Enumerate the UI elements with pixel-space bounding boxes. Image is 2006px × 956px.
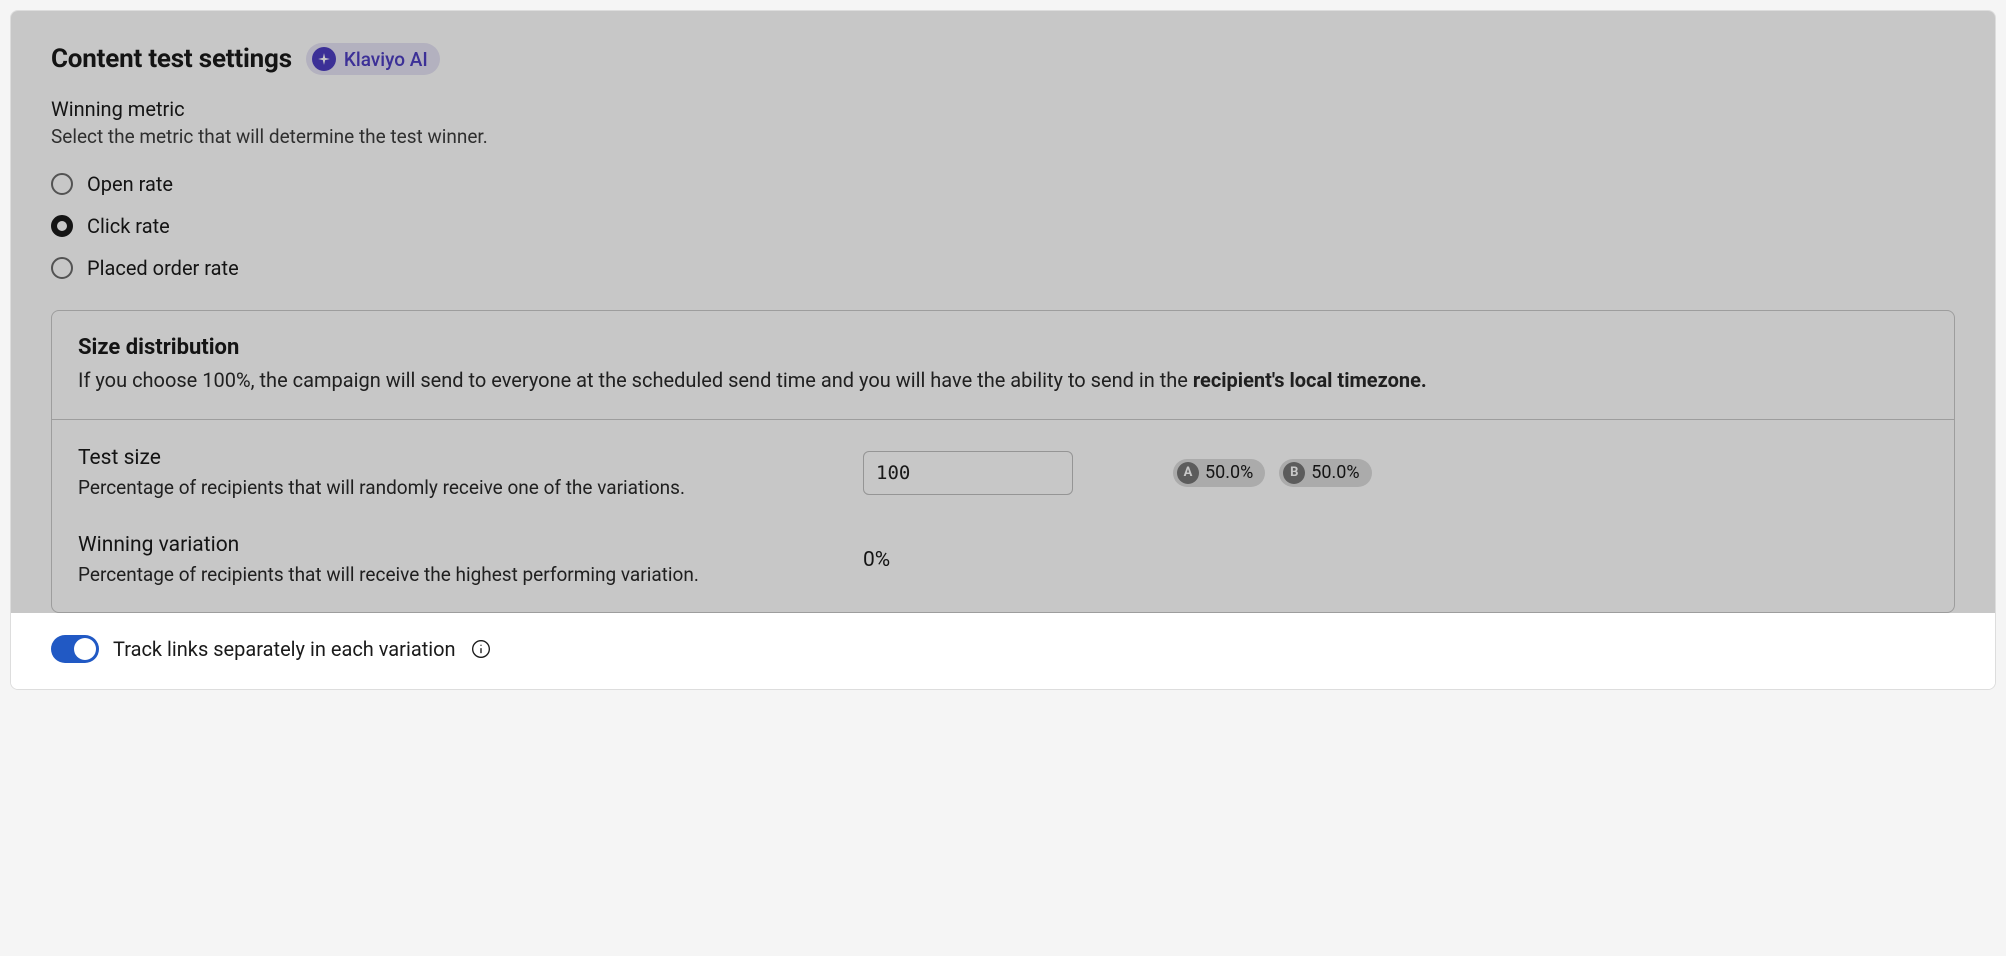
winning-variation-title: Winning variation: [78, 533, 833, 557]
radio-placed-order-rate[interactable]: Placed order rate: [51, 256, 1955, 280]
footer-row: Track links separately in each variation: [11, 613, 1995, 689]
size-distribution-header: Size distribution If you choose 100%, th…: [52, 311, 1954, 420]
toggle-knob: [74, 638, 96, 660]
radio-open-rate[interactable]: Open rate: [51, 172, 1955, 196]
test-size-input-wrap: %: [863, 451, 1073, 495]
track-links-label: Track links separately in each variation: [113, 637, 456, 661]
winning-metric-radio-group: Open rate Click rate Placed order rate: [51, 172, 1955, 280]
radio-icon: [51, 173, 73, 195]
winning-metric-desc: Select the metric that will determine th…: [51, 125, 1955, 148]
radio-click-rate[interactable]: Click rate: [51, 214, 1955, 238]
radio-icon: [51, 257, 73, 279]
track-links-toggle[interactable]: [51, 635, 99, 663]
test-size-row: Test size Percentage of recipients that …: [78, 446, 1928, 499]
klaviyo-ai-badge[interactable]: Klaviyo AI: [306, 43, 440, 75]
test-size-input[interactable]: [864, 462, 1073, 484]
size-distribution-title: Size distribution: [78, 335, 1928, 360]
size-distribution-desc-strong: recipient's local timezone.: [1193, 368, 1427, 392]
variation-chip-a: A 50.0%: [1173, 459, 1265, 487]
ai-badge-label: Klaviyo AI: [344, 48, 428, 71]
radio-label: Open rate: [87, 172, 173, 196]
radio-icon: [51, 215, 73, 237]
test-size-title: Test size: [78, 446, 833, 470]
winning-variation-value: 0%: [863, 548, 890, 572]
variation-chip-b: B 50.0%: [1279, 459, 1371, 487]
variation-letter: A: [1177, 462, 1199, 484]
variation-pct: 50.0%: [1311, 462, 1359, 483]
winning-metric-label: Winning metric: [51, 97, 1955, 121]
variation-pct: 50.0%: [1205, 462, 1253, 483]
test-size-desc: Percentage of recipients that will rando…: [78, 476, 833, 499]
winning-variation-row: Winning variation Percentage of recipien…: [78, 533, 1928, 586]
sparkle-icon: [312, 47, 336, 71]
radio-label: Click rate: [87, 214, 170, 238]
size-distribution-box: Size distribution If you choose 100%, th…: [51, 310, 1955, 613]
info-icon[interactable]: [470, 638, 492, 660]
header-row: Content test settings Klaviyo AI: [51, 43, 1955, 75]
dimmed-region: Content test settings Klaviyo AI Winning…: [11, 11, 1995, 613]
settings-card: Content test settings Klaviyo AI Winning…: [10, 10, 1996, 690]
page-title: Content test settings: [51, 44, 292, 74]
radio-label: Placed order rate: [87, 256, 239, 280]
winning-variation-desc: Percentage of recipients that will recei…: [78, 563, 833, 586]
variation-letter: B: [1283, 462, 1305, 484]
variation-chips: A 50.0% B 50.0%: [1173, 459, 1928, 487]
size-distribution-desc: If you choose 100%, the campaign will se…: [78, 366, 1928, 395]
size-distribution-desc-text: If you choose 100%, the campaign will se…: [78, 368, 1193, 392]
